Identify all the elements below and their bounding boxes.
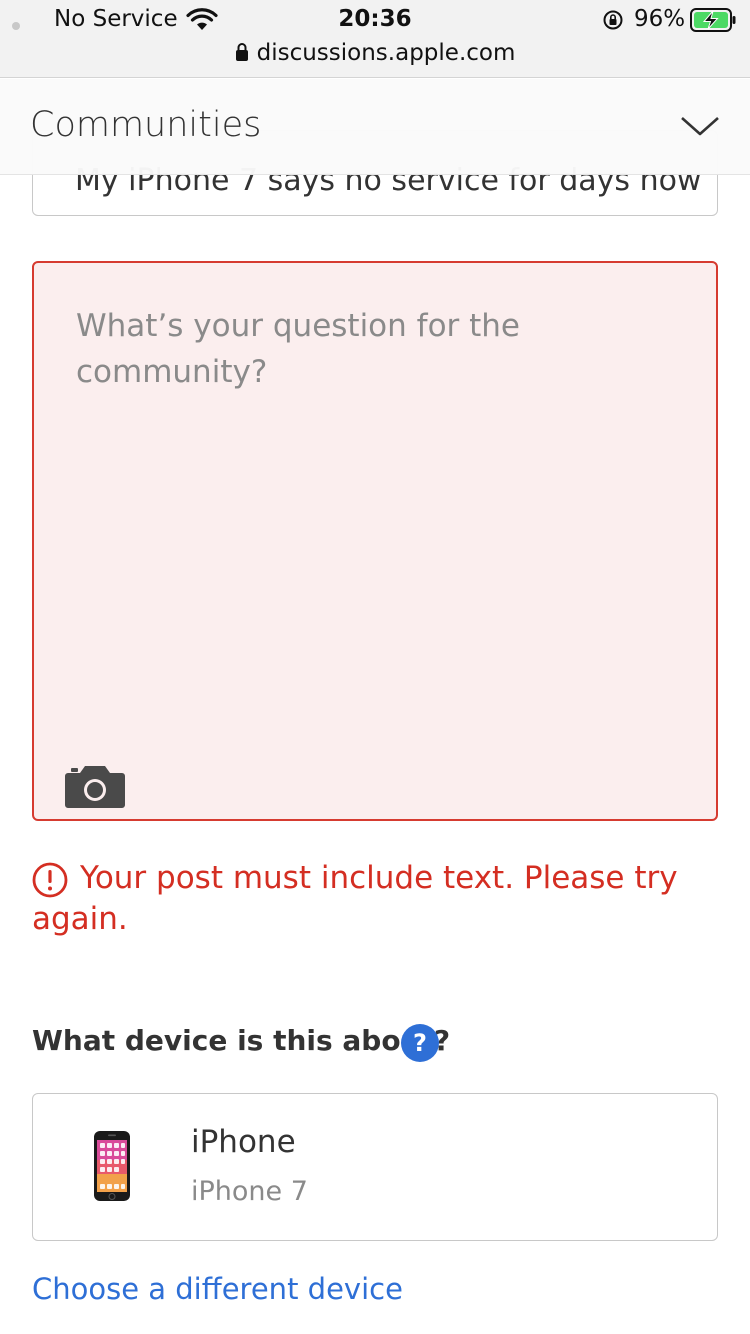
question-placeholder: What’s your question for the community? [76, 308, 521, 390]
address-bar[interactable]: discussions.apple.com [0, 40, 750, 68]
orientation-lock-icon [602, 9, 624, 35]
choose-different-device-link[interactable]: Choose a different device [32, 1272, 403, 1306]
status-bar: No Service 20:36 96% discussions.apple.c… [0, 0, 750, 78]
device-card[interactable]: iPhone iPhone 7 [32, 1093, 718, 1241]
iphone-icon [93, 1130, 131, 1206]
url-text: discussions.apple.com [256, 40, 516, 66]
communities-header[interactable]: Communities [0, 79, 750, 175]
lock-icon [235, 42, 249, 68]
error-message: Your post must include text. Please try … [32, 858, 722, 940]
device-question-label: What device is this about? [32, 1024, 451, 1057]
camera-icon[interactable] [64, 765, 126, 813]
error-text: Your post must include text. Please try … [32, 860, 678, 937]
help-icon[interactable]: ? [401, 1024, 439, 1062]
battery-percent: 96% [634, 6, 686, 32]
error-icon [32, 862, 68, 902]
battery-charging-icon [690, 8, 738, 36]
device-name: iPhone [191, 1124, 296, 1160]
chevron-down-icon[interactable] [680, 115, 720, 143]
page-title: Communities [30, 105, 262, 145]
question-body-textarea[interactable]: What’s your question for the community? [32, 261, 718, 821]
device-model: iPhone 7 [191, 1176, 308, 1207]
